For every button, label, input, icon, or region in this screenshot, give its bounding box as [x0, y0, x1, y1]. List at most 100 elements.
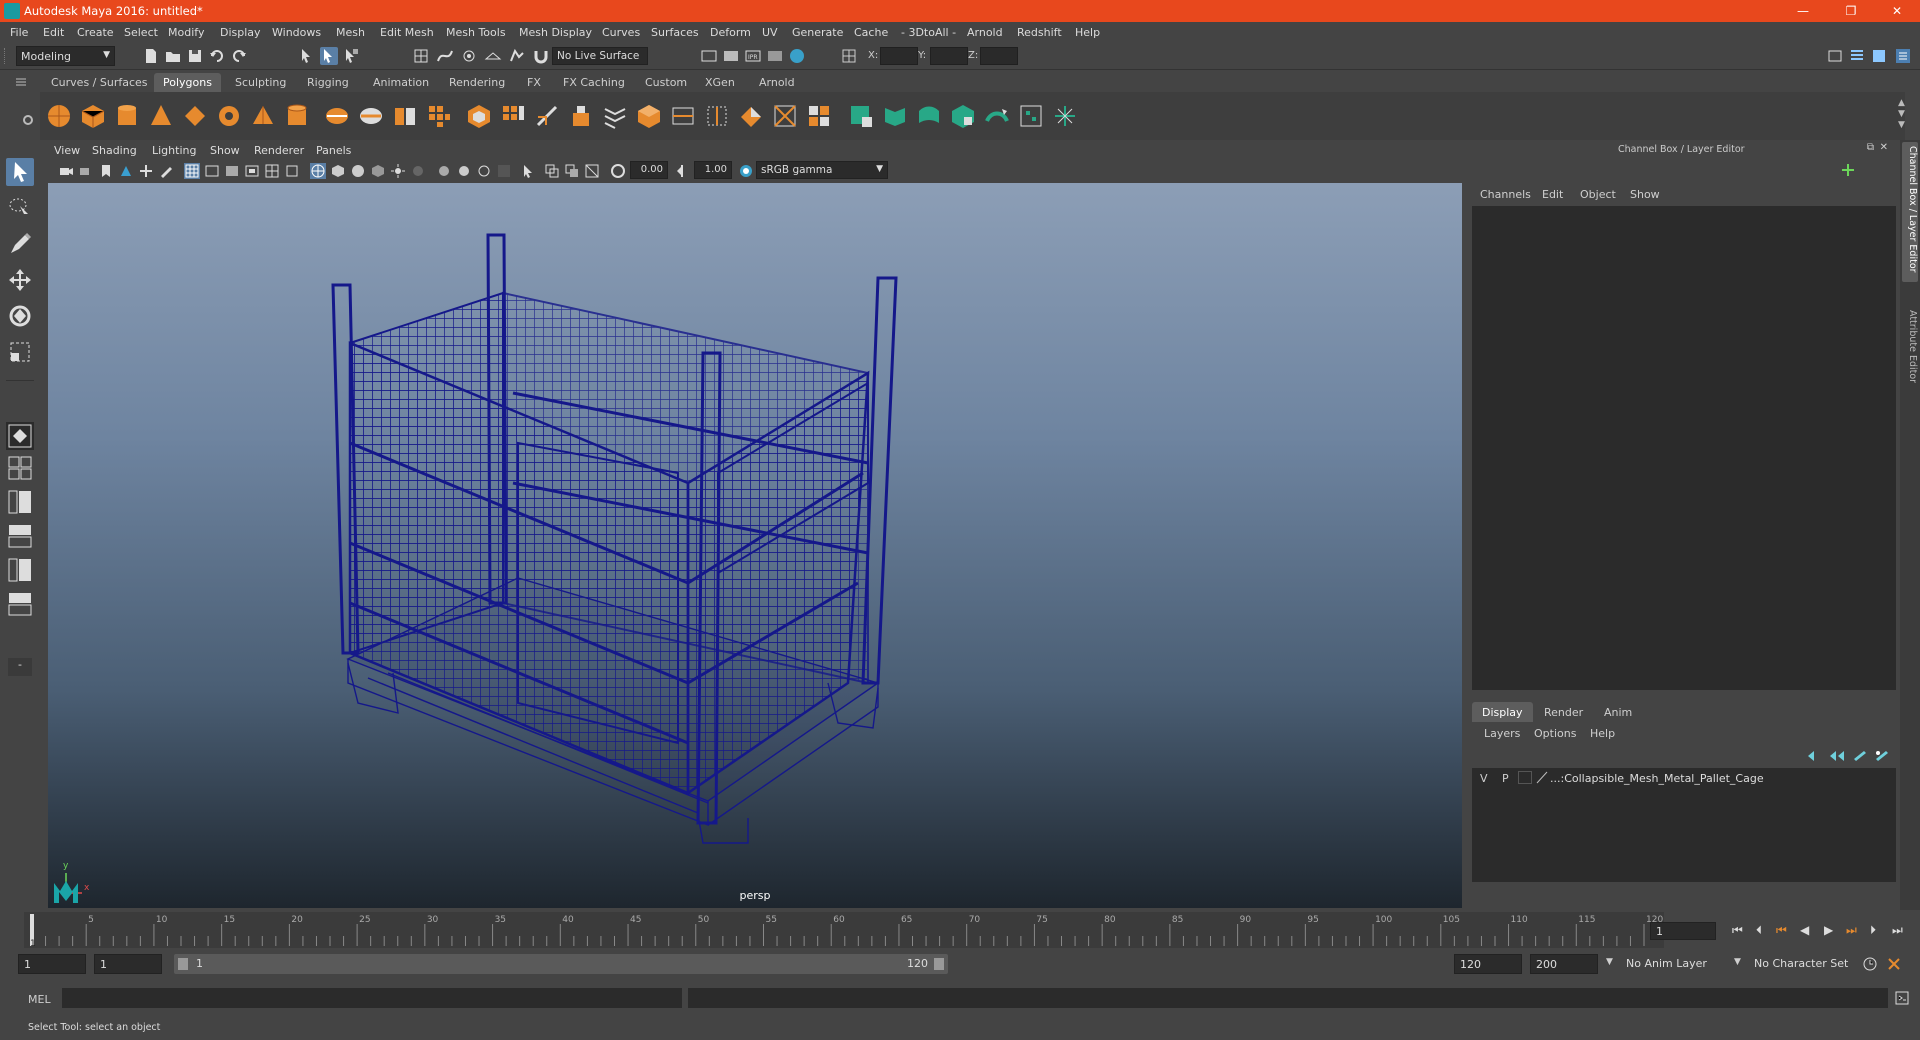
shelf-tab-sculpting[interactable]: Sculpting — [226, 73, 295, 92]
scale-tool-icon[interactable] — [6, 338, 34, 366]
bookmarks-icon[interactable] — [98, 163, 114, 179]
shelf-tab-xgen[interactable]: XGen — [696, 73, 744, 92]
grid-toggle-icon[interactable] — [184, 163, 200, 179]
menu-surfaces[interactable]: Surfaces — [651, 26, 699, 39]
menu-curves[interactable]: Curves — [602, 26, 640, 39]
poly-pipe-icon[interactable] — [284, 103, 310, 129]
viewport-menu-panels[interactable]: Panels — [316, 144, 351, 157]
live-surface-field[interactable]: No Live Surface — [552, 47, 648, 65]
xray-active-components-icon[interactable] — [564, 163, 580, 179]
default-material-icon[interactable] — [350, 163, 366, 179]
spherical-uv-icon[interactable] — [950, 103, 976, 129]
resolution-gate-icon[interactable] — [224, 163, 240, 179]
bridge-icon[interactable] — [602, 103, 628, 129]
layer-color-swatch[interactable] — [1536, 771, 1548, 784]
single-perspective-layout-icon[interactable] — [6, 422, 34, 450]
redo-icon[interactable] — [230, 47, 248, 65]
z-coordinate-field[interactable] — [980, 47, 1018, 65]
shelf-tab-curves-surfaces[interactable]: Curves / Surfaces — [42, 73, 157, 92]
viewport-menu-view[interactable]: View — [54, 144, 80, 157]
poly-pyramid-icon[interactable] — [250, 103, 276, 129]
menu-edit-mesh[interactable]: Edit Mesh — [380, 26, 434, 39]
wireframe-shading-icon[interactable] — [310, 163, 326, 179]
camera-attributes-icon[interactable] — [78, 163, 94, 179]
xray-icon[interactable] — [544, 163, 560, 179]
menu-mesh-display[interactable]: Mesh Display — [519, 26, 592, 39]
bevel-icon[interactable] — [466, 103, 492, 129]
tool-settings-toggle-icon[interactable] — [1870, 47, 1888, 65]
layer-display-type-toggle[interactable] — [1518, 771, 1532, 784]
step-back-frame-icon[interactable]: ⏴ — [1756, 923, 1762, 938]
command-input[interactable] — [62, 988, 682, 1008]
menu-uv[interactable]: UV — [762, 26, 778, 39]
channel-box-toggle-icon[interactable] — [1894, 47, 1912, 65]
animation-end-field[interactable]: 200 — [1530, 954, 1598, 974]
x-coordinate-field[interactable] — [880, 47, 918, 65]
timeline-ruler[interactable]: 5 10 15 20 25 30 35 40 45 50 55 60 65 70 75 80 85 90 95 100… — [24, 912, 1664, 948]
menu-select[interactable]: Select — [124, 26, 158, 39]
menu-3dtoall[interactable]: - 3DtoAll - — [901, 26, 956, 39]
layer-menu-layers[interactable]: Layers — [1484, 727, 1520, 740]
select-by-hierarchy-icon[interactable] — [298, 47, 316, 65]
playback-start-field[interactable]: 1 — [94, 954, 162, 974]
target-weld-icon[interactable] — [704, 103, 730, 129]
screen-space-ao-icon[interactable] — [436, 163, 452, 179]
menu-modify[interactable]: Modify — [168, 26, 204, 39]
shelf-tab-custom[interactable]: Custom — [636, 73, 696, 92]
time-slider[interactable]: 5 10 15 20 25 30 35 40 45 50 55 60 65 70 75 80 85 90 95 100… — [0, 912, 1920, 950]
poly-plane-icon[interactable] — [182, 103, 208, 129]
attribute-editor-toggle-icon[interactable] — [1848, 47, 1866, 65]
layer-tab-display[interactable]: Display — [1472, 702, 1533, 722]
channel-box-manip-icon[interactable] — [1840, 162, 1856, 178]
anti-aliasing-icon[interactable] — [476, 163, 492, 179]
extrude-icon[interactable] — [568, 103, 594, 129]
insert-edge-loop-icon[interactable] — [670, 103, 696, 129]
channel-box-menu-channels[interactable]: Channels — [1480, 188, 1531, 201]
persp-outliner-layout-icon[interactable] — [6, 488, 34, 516]
gamma-field[interactable]: 1.00 — [694, 161, 732, 179]
step-forward-key-icon[interactable]: ⏭ — [1846, 923, 1857, 938]
append-polygon-icon[interactable] — [636, 103, 662, 129]
range-start-handle[interactable] — [178, 958, 188, 970]
paint-select-tool-icon[interactable] — [6, 230, 34, 258]
layer-row[interactable]: V P ...:Collapsible_Mesh_Metal_Pallet_Ca… — [1472, 768, 1896, 788]
channel-box-menu-object[interactable]: Object — [1580, 188, 1616, 201]
range-end-handle[interactable] — [934, 958, 944, 970]
new-scene-icon[interactable] — [142, 47, 160, 65]
menu-redshift[interactable]: Redshift — [1017, 26, 1062, 39]
character-set-dropdown[interactable]: No Character Set — [1750, 954, 1864, 974]
toolbox-collapse-button[interactable]: - — [8, 658, 32, 676]
chevron-down-icon[interactable]: ▼ — [1606, 957, 1613, 967]
poly-cylinder-icon[interactable] — [114, 103, 140, 129]
multi-cut-icon[interactable] — [534, 103, 560, 129]
menu-set-dropdown[interactable]: Modeling ▼ — [16, 46, 115, 66]
viewport-menu-renderer[interactable]: Renderer — [254, 144, 304, 157]
step-forward-frame-icon[interactable]: ⏵ — [1870, 923, 1876, 938]
hypershade-icon[interactable] — [788, 47, 806, 65]
menu-edit[interactable]: Edit — [43, 26, 64, 39]
gamma-icon[interactable] — [674, 163, 690, 179]
snap-to-point-icon[interactable] — [460, 47, 478, 65]
poly-torus-icon[interactable] — [216, 103, 242, 129]
range-slider[interactable]: 1 120 — [174, 954, 948, 974]
modeling-toolkit-icon[interactable] — [1826, 47, 1844, 65]
status-line-handle[interactable] — [4, 48, 8, 64]
animation-preferences-icon[interactable] — [1886, 956, 1902, 972]
magnet-icon[interactable] — [532, 47, 550, 65]
field-chart-icon[interactable] — [264, 163, 280, 179]
depth-of-field-icon[interactable] — [496, 163, 512, 179]
safe-action-icon[interactable] — [284, 163, 300, 179]
playback-end-field[interactable]: 120 — [1454, 954, 1522, 974]
separate-icon[interactable] — [358, 103, 384, 129]
smooth-shade-icon[interactable] — [330, 163, 346, 179]
shelf-tab-animation[interactable]: Animation — [364, 73, 438, 92]
command-language-label[interactable]: MEL — [28, 993, 51, 1006]
viewport-menu-lighting[interactable]: Lighting — [152, 144, 196, 157]
merge-icon[interactable] — [738, 103, 764, 129]
exposure-field[interactable]: 0.00 — [630, 161, 668, 179]
go-to-start-icon[interactable]: ⏮ — [1732, 923, 1743, 938]
persp-graph-layout-icon[interactable] — [6, 522, 34, 550]
layer-visibility-toggle[interactable]: V — [1480, 772, 1488, 785]
shelf-tab-fx[interactable]: FX — [518, 73, 550, 92]
collapse-icon[interactable] — [772, 103, 798, 129]
